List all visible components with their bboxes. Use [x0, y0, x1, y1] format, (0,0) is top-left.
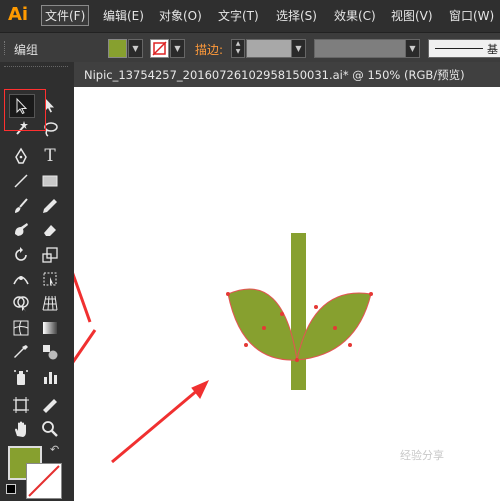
- control-bar: 编组 ▼ ▼ 描边: ▼ ▼ 基: [0, 32, 500, 64]
- panel-grip[interactable]: [4, 41, 8, 55]
- stroke-dropdown-arrow[interactable]: ▼: [170, 39, 185, 58]
- pen-tool[interactable]: [9, 145, 33, 167]
- brush-definition[interactable]: 基: [428, 39, 500, 58]
- fill-dropdown-arrow[interactable]: ▼: [128, 39, 143, 58]
- free-transform-icon: [43, 272, 57, 286]
- blend-icon: [43, 345, 58, 360]
- slice-tool[interactable]: [38, 394, 62, 416]
- app-logo: Ai: [8, 4, 29, 25]
- artboard-canvas[interactable]: [31, 87, 500, 501]
- left-leaf[interactable]: [227, 288, 298, 361]
- variable-width-profile[interactable]: [314, 39, 406, 58]
- stroke-label: 描边:: [195, 43, 224, 57]
- mesh-icon: [13, 320, 29, 336]
- gradient-tool[interactable]: [38, 317, 62, 339]
- width-tool[interactable]: [9, 268, 33, 290]
- menu-effect[interactable]: 效果(C): [334, 7, 376, 24]
- scale-icon: [42, 247, 58, 263]
- shape-builder-tool[interactable]: [9, 292, 33, 314]
- eyedropper-icon: [14, 345, 28, 358]
- stroke-color-swatch[interactable]: [150, 39, 169, 58]
- line-segment-icon: [14, 174, 28, 188]
- menu-select[interactable]: 选择(S): [276, 7, 317, 24]
- menu-file[interactable]: 文件(F): [41, 5, 90, 26]
- plant-stem[interactable]: [291, 233, 306, 390]
- paintbrush-tool[interactable]: [9, 195, 33, 217]
- no-stroke-icon: [152, 41, 167, 56]
- watermark: 经验分享: [400, 449, 444, 462]
- rectangle-tool[interactable]: [38, 170, 62, 192]
- eraser-icon: [44, 225, 56, 236]
- blob-brush-tool[interactable]: [9, 219, 33, 241]
- tools-panel-grip[interactable]: [4, 66, 68, 77]
- rotate-icon: [15, 247, 27, 261]
- default-colors-icon[interactable]: [6, 484, 16, 494]
- document-tab[interactable]: Nipic_13754257_20160726102958150031.ai* …: [84, 67, 465, 83]
- artwork: [31, 201, 373, 464]
- artboard-icon: [13, 397, 29, 413]
- stroke-weight-dropdown[interactable]: ▼: [291, 39, 306, 58]
- selection-label: 编组: [14, 43, 39, 57]
- hand-icon: [15, 421, 26, 437]
- selection-tool-highlight: [4, 89, 46, 131]
- perspective-grid-tool[interactable]: [38, 292, 62, 314]
- column-graph-icon: [44, 372, 57, 384]
- blob-brush-icon: [15, 223, 28, 236]
- menu-bar: Ai 文件(F) 编辑(E) 对象(O) 文字(T) 选择(S) 效果(C) 视…: [0, 0, 500, 32]
- eyedropper-tool[interactable]: [9, 341, 33, 363]
- blend-tool[interactable]: [38, 341, 62, 363]
- type-tool[interactable]: T: [38, 145, 62, 167]
- fill-color-swatch[interactable]: [108, 39, 127, 58]
- free-transform-tool[interactable]: [38, 268, 62, 290]
- profile-dropdown[interactable]: ▼: [405, 39, 420, 58]
- pencil-icon: [43, 199, 57, 213]
- swap-colors-icon[interactable]: ↶: [50, 443, 59, 456]
- shape-builder-icon: [13, 296, 29, 312]
- type-icon: T: [44, 146, 56, 166]
- zoom-icon: [42, 421, 58, 437]
- mesh-tool[interactable]: [9, 317, 33, 339]
- brush-stroke-preview: [435, 48, 483, 49]
- pen-icon: [15, 147, 27, 164]
- menu-view[interactable]: 视图(V): [391, 7, 433, 24]
- gradient-icon: [43, 322, 57, 334]
- artboard-tool[interactable]: [9, 394, 33, 416]
- menu-type[interactable]: 文字(T): [218, 7, 259, 24]
- hand-tool[interactable]: [9, 418, 33, 440]
- eraser-tool[interactable]: [38, 219, 62, 241]
- no-stroke-icon: [28, 465, 60, 497]
- paintbrush-icon: [15, 198, 28, 213]
- symbol-sprayer-icon: [14, 370, 28, 385]
- stroke-weight-spinner[interactable]: ▲ ▼: [231, 39, 245, 58]
- scale-tool[interactable]: [38, 244, 62, 266]
- annotation-arrows: [31, 201, 210, 464]
- perspective-grid-icon: [42, 295, 58, 311]
- menu-window[interactable]: 窗口(W): [449, 7, 494, 24]
- column-graph-tool[interactable]: [38, 366, 62, 388]
- stroke-swatch[interactable]: [26, 463, 62, 499]
- menu-object[interactable]: 对象(O): [159, 7, 202, 24]
- symbol-sprayer-tool[interactable]: [9, 366, 33, 388]
- zoom-tool[interactable]: [38, 418, 62, 440]
- stroke-weight-field[interactable]: [246, 39, 292, 58]
- rotate-tool[interactable]: [9, 244, 33, 266]
- slice-icon: [43, 399, 57, 413]
- document-tab-bar: Nipic_13754257_20160726102958150031.ai* …: [74, 62, 500, 88]
- style-label: 基: [487, 43, 498, 56]
- menu-edit[interactable]: 编辑(E): [103, 7, 144, 24]
- pencil-tool[interactable]: [38, 195, 62, 217]
- line-segment-tool[interactable]: [9, 170, 33, 192]
- rectangle-icon: [42, 175, 58, 187]
- width-tool-icon: [13, 276, 29, 285]
